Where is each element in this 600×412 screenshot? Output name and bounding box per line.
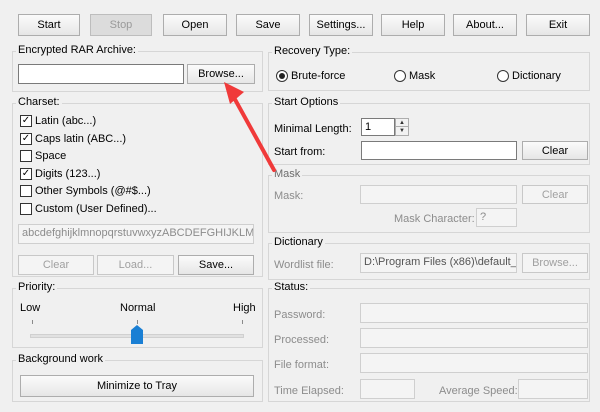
time-elapsed-label: Time Elapsed: <box>274 385 344 397</box>
settings-button[interactable]: Settings... <box>309 14 373 36</box>
start-from-clear-button[interactable]: Clear <box>522 141 588 160</box>
checkbox-checked-icon[interactable]: ✓ <box>20 115 32 127</box>
mask-character-input[interactable]: ? <box>476 208 517 227</box>
start-from-input[interactable] <box>361 141 517 160</box>
processed-field <box>360 328 588 348</box>
checkbox-unchecked-icon[interactable] <box>20 150 32 162</box>
time-elapsed-field <box>360 379 415 399</box>
spin-up-icon[interactable]: ▲ <box>396 119 408 127</box>
priority-low-label: Low <box>20 302 41 314</box>
exit-button[interactable]: Exit <box>526 14 590 36</box>
minimal-length-input[interactable]: 1 <box>361 118 395 136</box>
mask-clear-button[interactable]: Clear <box>522 185 588 204</box>
checkbox-checked-icon[interactable]: ✓ <box>20 132 32 145</box>
wordlist-file-label: Wordlist file: <box>274 259 334 271</box>
recovery-type-title: Recovery Type: <box>272 45 353 57</box>
start-options-title: Start Options <box>272 96 341 108</box>
recovery-option[interactable]: Dictionary <box>497 70 561 82</box>
charset-option-label: Latin (abc...) <box>35 115 97 127</box>
charset-option-label: Caps latin (ABC...) <box>35 132 127 145</box>
charset-option-label: Digits (123...) <box>35 167 101 180</box>
average-speed-field <box>518 379 588 399</box>
charset-load-button[interactable]: Load... <box>97 255 174 275</box>
start-button[interactable]: Start <box>18 14 80 36</box>
minimize-to-tray-button[interactable]: Minimize to Tray <box>20 375 254 397</box>
priority-slider-thumb[interactable] <box>131 325 143 344</box>
stop-button[interactable]: Stop <box>90 14 152 36</box>
checkbox-unchecked-icon[interactable] <box>20 202 32 215</box>
archive-group-title: Encrypted RAR Archive: <box>16 44 138 56</box>
mask-label: Mask: <box>274 190 304 202</box>
checkbox-checked-icon[interactable]: ✓ <box>20 167 32 180</box>
charset-clear-button[interactable]: Clear <box>18 255 94 275</box>
recovery-option[interactable]: Mask <box>394 70 435 82</box>
wordlist-file-input[interactable]: D:\Program Files (x86)\default_e <box>360 253 517 273</box>
recovery-option[interactable]: Brute-force <box>276 70 345 82</box>
processed-label: Processed: <box>274 334 330 346</box>
priority-normal-label: Normal <box>120 302 156 314</box>
mask-character-label: Mask Character: <box>394 213 475 225</box>
password-field <box>360 303 588 323</box>
charset-option[interactable]: Space <box>20 150 66 162</box>
minimal-length-spinner[interactable]: ▲ ▼ <box>395 118 409 136</box>
help-button[interactable]: Help <box>381 14 445 36</box>
radio-unselected-icon[interactable] <box>497 70 509 82</box>
charset-preview-field: abcdefghijklmnopqrstuvwxyzABCDEFGHIJKLMN… <box>18 224 254 244</box>
average-speed-label: Average Speed: <box>439 385 518 397</box>
charset-option-label: Other Symbols (@#$...) <box>35 185 151 197</box>
annotation-arrow-icon <box>224 82 276 172</box>
priority-tick-normal <box>137 320 138 324</box>
checkbox-unchecked-icon[interactable] <box>20 185 32 197</box>
file-format-field <box>360 353 588 373</box>
file-format-label: File format: <box>274 359 330 371</box>
minimal-length-label: Minimal Length: <box>274 123 352 135</box>
recovery-option-label: Mask <box>409 70 436 82</box>
open-button[interactable]: Open <box>163 14 227 36</box>
charset-option[interactable]: Custom (User Defined)... <box>20 202 157 215</box>
charset-option[interactable]: ✓ Digits (123...) <box>20 167 101 180</box>
charset-group-title: Charset: <box>16 96 62 108</box>
charset-option-label: Custom (User Defined)... <box>35 202 157 215</box>
priority-tick-low <box>32 320 33 324</box>
recovery-option-label: Brute-force <box>291 70 346 82</box>
archive-path-input[interactable] <box>18 64 184 84</box>
dictionary-group-title: Dictionary <box>272 236 325 248</box>
password-label: Password: <box>274 309 326 321</box>
priority-group-title: Priority: <box>16 281 58 293</box>
charset-option[interactable]: ✓ Latin (abc...) <box>20 115 96 127</box>
radio-unselected-icon[interactable] <box>394 70 406 82</box>
charset-option-label: Space <box>35 150 67 162</box>
status-group-title: Status: <box>272 281 311 293</box>
charset-option[interactable]: ✓ Caps latin (ABC...) <box>20 132 127 145</box>
spin-down-icon[interactable]: ▼ <box>396 127 408 135</box>
background-group-title: Background work <box>16 353 105 365</box>
save-button[interactable]: Save <box>236 14 300 36</box>
charset-option[interactable]: Other Symbols (@#$...) <box>20 185 151 197</box>
priority-tick-high <box>242 320 243 324</box>
charset-save-button[interactable]: Save... <box>178 255 254 275</box>
priority-high-label: High <box>233 302 256 314</box>
recovery-option-label: Dictionary <box>512 70 561 82</box>
mask-input[interactable] <box>360 185 517 204</box>
wordlist-browse-button[interactable]: Browse... <box>522 253 588 273</box>
about-button[interactable]: About... <box>453 14 517 36</box>
